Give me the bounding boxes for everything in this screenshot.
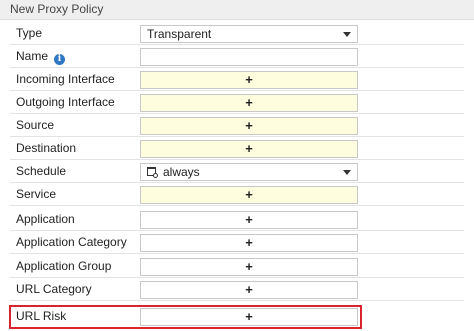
schedule-row: Schedule always [10, 160, 464, 183]
chevron-down-icon [343, 32, 351, 37]
service-label: Service [16, 187, 57, 201]
add-destination-icon[interactable]: + [141, 141, 357, 157]
add-url-risk-icon[interactable]: + [141, 309, 357, 325]
type-label: Type [16, 26, 43, 40]
info-icon[interactable]: i [54, 54, 66, 65]
url-risk-field[interactable]: + [140, 308, 358, 326]
destination-field[interactable]: + [140, 140, 358, 158]
application-row: Application + [10, 208, 464, 231]
schedule-value: always [163, 165, 200, 179]
application-group-field[interactable]: + [140, 258, 358, 276]
url-category-field[interactable]: + [140, 281, 358, 299]
name-row: Name i [10, 45, 464, 68]
source-field[interactable]: + [140, 117, 358, 135]
destination-label: Destination [16, 141, 77, 155]
type-row: Type Transparent [10, 22, 464, 45]
destination-row: Destination + [10, 137, 464, 160]
incoming-interface-field[interactable]: + [140, 71, 358, 89]
type-select[interactable]: Transparent [140, 25, 358, 43]
application-category-row: Application Category + [10, 231, 464, 254]
type-value: Transparent [147, 27, 212, 41]
source-row: Source + [10, 114, 464, 137]
url-risk-label: URL Risk [16, 309, 67, 323]
schedule-calendar-icon [147, 167, 158, 178]
service-row: Service + [10, 183, 464, 206]
add-application-group-icon[interactable]: + [141, 259, 357, 275]
add-source-icon[interactable]: + [141, 118, 357, 134]
name-label: Name [16, 49, 49, 63]
application-group-row: Application Group + [10, 255, 464, 278]
window-title: New Proxy Policy [10, 2, 104, 16]
incoming-interface-label: Incoming Interface [16, 72, 115, 86]
add-outgoing-interface-icon[interactable]: + [141, 95, 357, 111]
add-application-icon[interactable]: + [141, 212, 357, 228]
schedule-select[interactable]: always [140, 163, 358, 181]
outgoing-interface-field[interactable]: + [140, 94, 358, 112]
add-incoming-interface-icon[interactable]: + [141, 72, 357, 88]
application-category-label: Application Category [16, 235, 127, 249]
outgoing-interface-label: Outgoing Interface [16, 95, 115, 109]
chevron-down-icon [343, 170, 351, 175]
schedule-label: Schedule [16, 164, 67, 178]
url-category-row: URL Category + [10, 278, 464, 301]
application-category-field[interactable]: + [140, 234, 358, 252]
add-url-category-icon[interactable]: + [141, 282, 357, 298]
source-label: Source [16, 118, 55, 132]
outgoing-interface-row: Outgoing Interface + [10, 91, 464, 114]
incoming-interface-row: Incoming Interface + [10, 68, 464, 91]
add-application-category-icon[interactable]: + [141, 235, 357, 251]
add-service-icon[interactable]: + [141, 187, 357, 203]
application-group-label: Application Group [16, 259, 112, 273]
url-risk-row: URL Risk + [10, 305, 464, 328]
application-field[interactable]: + [140, 211, 358, 229]
url-category-label: URL Category [16, 282, 92, 296]
name-input[interactable] [140, 48, 358, 66]
window-titlebar: New Proxy Policy [0, 0, 474, 20]
application-label: Application [16, 212, 75, 226]
name-label-group: Name i [16, 49, 66, 65]
service-field[interactable]: + [140, 186, 358, 204]
